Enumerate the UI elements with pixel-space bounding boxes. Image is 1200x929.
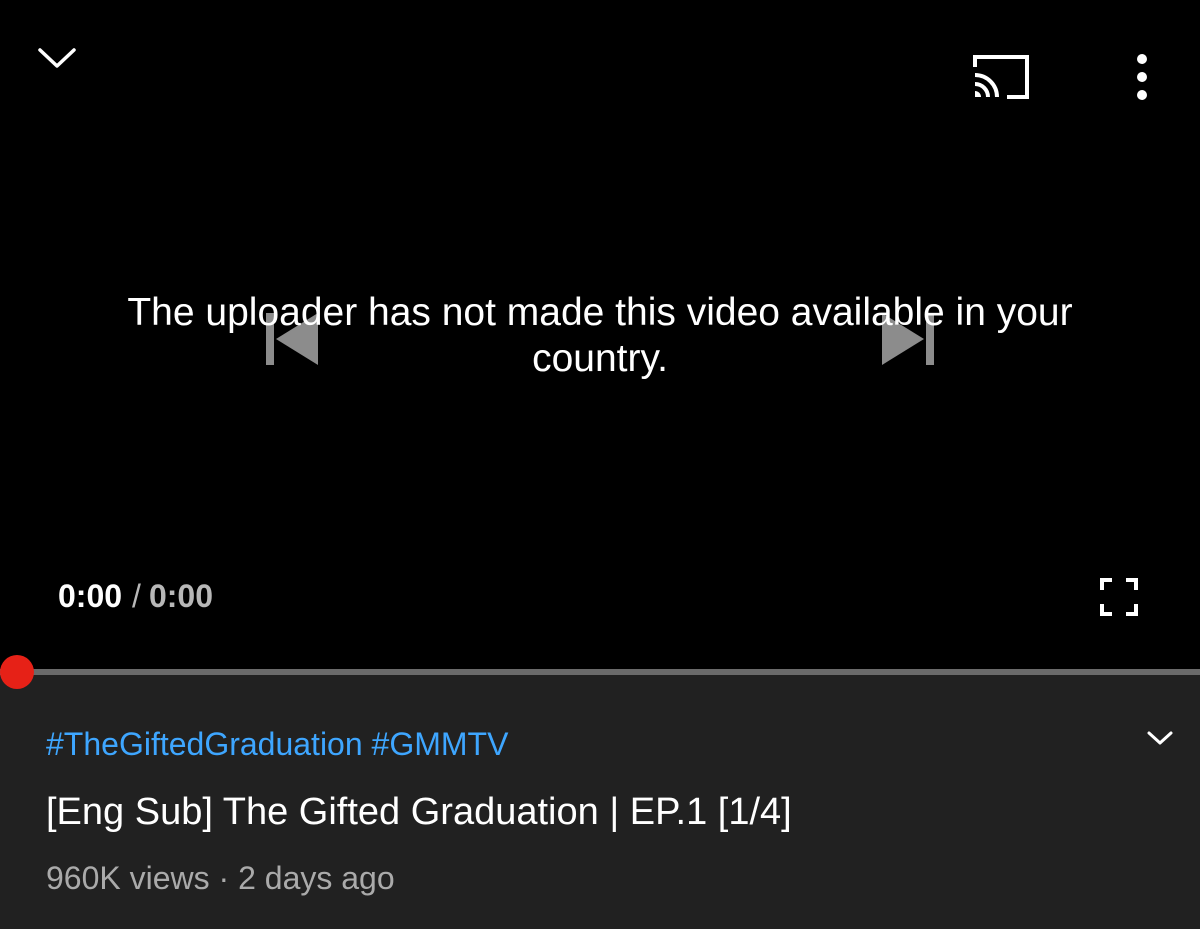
fullscreen-icon <box>1100 578 1138 616</box>
time-display: 0:00/0:00 <box>58 576 213 616</box>
fullscreen-button[interactable] <box>1092 572 1146 622</box>
chevron-down-icon <box>1147 731 1173 745</box>
meta-separator: · <box>209 860 239 896</box>
more-vert-icon <box>1137 54 1147 100</box>
hashtag-list: #TheGiftedGraduation #GMMTV <box>46 724 508 764</box>
collapse-button[interactable] <box>30 36 84 80</box>
expand-description-button[interactable] <box>1138 718 1182 758</box>
video-metadata: 960K views · 2 days ago <box>46 858 395 898</box>
chevron-down-icon <box>38 48 76 68</box>
progress-bar[interactable] <box>0 669 1200 675</box>
cast-button[interactable] <box>966 48 1038 106</box>
video-title: [Eng Sub] The Gifted Graduation | EP.1 [… <box>46 791 792 833</box>
current-time: 0:00 <box>58 578 123 614</box>
progress-scrubber-handle[interactable] <box>0 655 34 689</box>
upload-age: 2 days ago <box>238 860 395 896</box>
view-count: 960K views <box>46 860 210 896</box>
more-options-button[interactable] <box>1120 46 1164 108</box>
unavailable-message: The uploader has not made this video ava… <box>127 291 1073 380</box>
video-player[interactable]: The uploader has not made this video ava… <box>0 0 1200 672</box>
time-separator: / <box>132 578 141 614</box>
cast-icon <box>973 55 1029 99</box>
hashtag-link[interactable]: #GMMTV <box>372 726 509 762</box>
hashtag-link[interactable]: #TheGiftedGraduation <box>46 726 363 762</box>
total-duration: 0:00 <box>148 578 213 614</box>
